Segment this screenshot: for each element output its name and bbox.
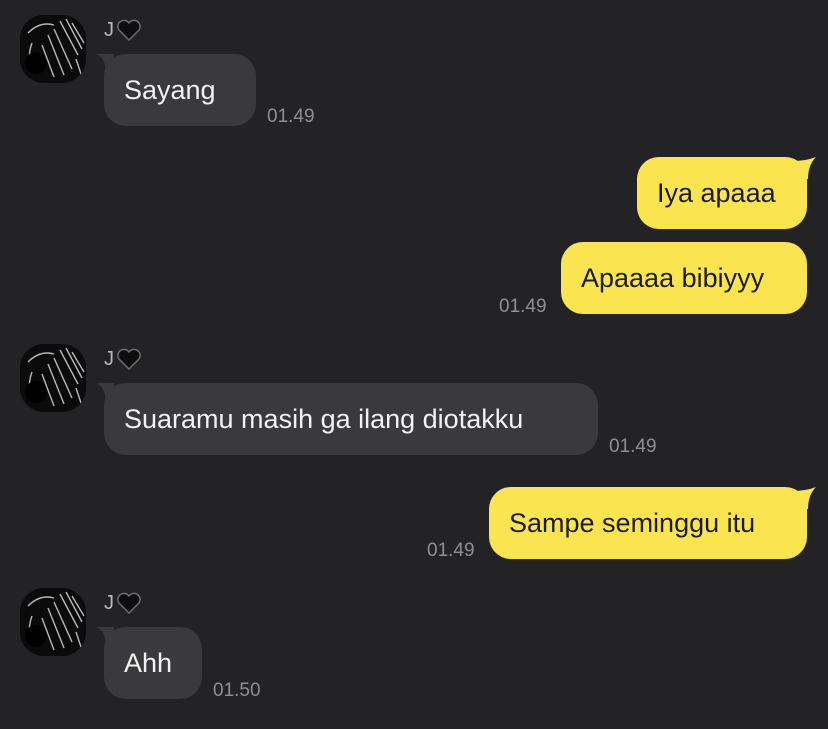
chat-screen: { "colors": { "background": "#232325", "… — [0, 0, 828, 729]
message-bubble-outgoing[interactable]: Sampe seminggu itu — [489, 487, 807, 559]
message-bubble-incoming[interactable]: Suaramu masih ga ilang diotakku — [104, 383, 598, 455]
message-text: Iya apaaa — [657, 177, 776, 208]
message-text: Sampe seminggu itu — [509, 507, 756, 538]
black-heart-icon — [117, 348, 141, 371]
message-text: Apaaaa bibiyyy — [581, 262, 765, 293]
message-bubble-outgoing[interactable]: Iya apaaa — [637, 157, 807, 229]
message-timestamp: 01.49 — [499, 296, 547, 317]
black-heart-icon — [117, 19, 141, 42]
sender-avatar[interactable] — [20, 588, 86, 656]
message-bubble-incoming[interactable]: Sayang — [104, 54, 256, 126]
avatar-image — [20, 344, 86, 412]
sender-avatar[interactable] — [20, 15, 86, 83]
sender-name: J — [104, 590, 142, 616]
black-heart-icon — [117, 592, 141, 615]
sender-name-text: J — [104, 348, 114, 370]
message-text: Ahh — [124, 647, 173, 678]
message-text: Sayang — [124, 74, 216, 105]
message-text: Suaramu masih ga ilang diotakku — [124, 403, 524, 434]
message-bubble-incoming[interactable]: Ahh — [104, 627, 202, 699]
avatar-image — [20, 588, 86, 656]
sender-name: J — [104, 17, 142, 43]
message-timestamp: 01.50 — [213, 680, 261, 701]
sender-name: J — [104, 346, 142, 372]
sender-avatar[interactable] — [20, 344, 86, 412]
message-timestamp: 01.49 — [609, 436, 657, 457]
sender-name-text: J — [104, 592, 114, 614]
avatar-image — [20, 15, 86, 83]
sender-name-text: J — [104, 19, 114, 41]
message-timestamp: 01.49 — [267, 106, 315, 127]
message-timestamp: 01.49 — [427, 540, 475, 561]
message-bubble-outgoing[interactable]: Apaaaa bibiyyy — [561, 242, 807, 314]
